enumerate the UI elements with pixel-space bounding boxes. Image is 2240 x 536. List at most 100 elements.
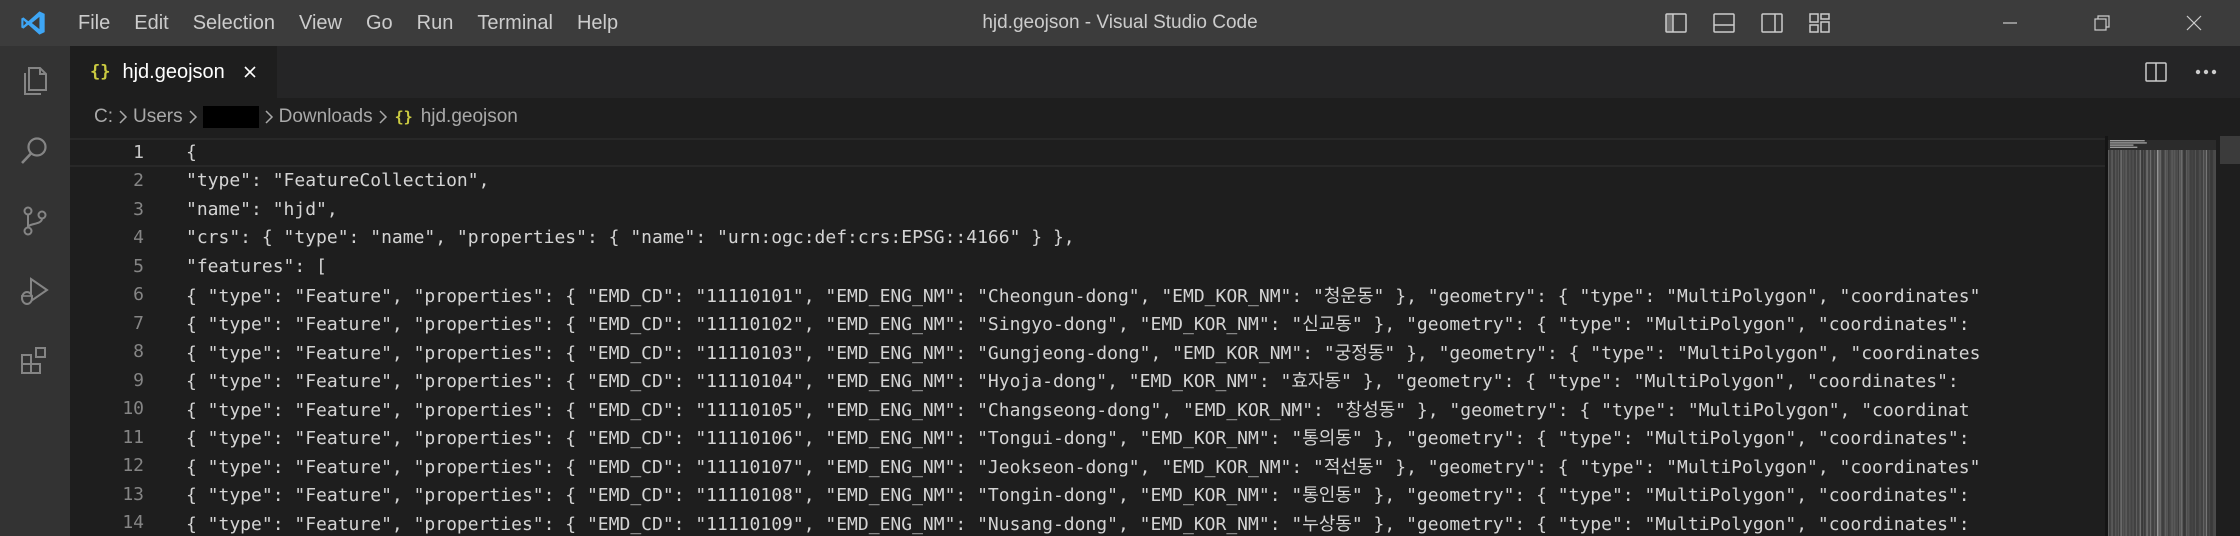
minimap-code-line xyxy=(2110,142,2147,144)
line-text: { "type": "Feature", "properties": { "EM… xyxy=(186,513,1970,535)
minimap-code-streak xyxy=(2200,150,2202,536)
code-line[interactable]: 4 "crs": { "type": "name", "properties": … xyxy=(70,224,2105,253)
minimap-code-streak xyxy=(2173,150,2175,536)
line-number: 13 xyxy=(122,483,144,505)
minimap-code-line xyxy=(2110,146,2138,148)
code-line[interactable]: 10 { "type": "Feature", "properties": { "… xyxy=(70,395,2105,424)
minimap-code-streak xyxy=(2211,150,2213,536)
minimap-code-streak xyxy=(2152,150,2154,536)
minimap-code-streak xyxy=(2157,150,2158,536)
chevron-right-icon xyxy=(373,107,393,127)
toggle-secondary-sidebar-icon[interactable] xyxy=(1752,0,1792,46)
minimap-code-streak xyxy=(2196,150,2198,536)
menu-go[interactable]: Go xyxy=(354,0,405,46)
code-line[interactable]: 13 { "type": "Feature", "properties": { "… xyxy=(70,480,2105,509)
line-number: 2 xyxy=(133,170,144,192)
customize-layout-icon[interactable] xyxy=(1800,0,1840,46)
more-actions-icon[interactable] xyxy=(2186,52,2226,92)
vertical-scrollbar-thumb[interactable] xyxy=(2220,136,2240,164)
minimap-code-streak xyxy=(2158,150,2160,536)
extensions-icon[interactable] xyxy=(0,326,70,396)
minimap-code-streak xyxy=(2201,150,2203,536)
chevron-right-icon xyxy=(259,107,279,127)
menu-file[interactable]: File xyxy=(66,0,122,46)
code-line[interactable]: 3 "name": "hjd", xyxy=(70,195,2105,224)
minimap-code-streak xyxy=(2162,150,2164,536)
minimap-code-streak xyxy=(2213,150,2214,536)
menu-terminal[interactable]: Terminal xyxy=(465,0,565,46)
menu-selection[interactable]: Selection xyxy=(181,0,287,46)
toggle-panel-icon[interactable] xyxy=(1704,0,1744,46)
code-line[interactable]: 8 { "type": "Feature", "properties": { "E… xyxy=(70,338,2105,367)
code-line[interactable]: 11 { "type": "Feature", "properties": { "… xyxy=(70,423,2105,452)
minimap-code-streak xyxy=(2154,150,2156,536)
menu-help[interactable]: Help xyxy=(565,0,630,46)
toggle-primary-sidebar-icon[interactable] xyxy=(1656,0,1696,46)
minimap-code-streak xyxy=(2136,150,2137,536)
code-line[interactable]: 12 { "type": "Feature", "properties": { "… xyxy=(70,452,2105,481)
vscode-logo-icon[interactable] xyxy=(0,0,66,46)
line-number: 7 xyxy=(133,312,144,334)
minimap-code-streak xyxy=(2141,150,2143,536)
code-line[interactable]: 2 "type": "FeatureCollection", xyxy=(70,167,2105,196)
tab-label: hjd.geojson xyxy=(122,60,225,83)
editor-group: {} hjd.geojson C: Users Downloads {} hjd… xyxy=(70,46,2240,536)
minimap-code-streak xyxy=(2133,150,2135,536)
chevron-right-icon xyxy=(183,107,203,127)
search-icon[interactable] xyxy=(0,116,70,186)
minimap-code-streak xyxy=(2138,150,2140,536)
line-text: { xyxy=(186,141,197,163)
minimize-icon[interactable] xyxy=(1964,0,2056,46)
source-control-icon[interactable] xyxy=(0,186,70,256)
minimap-code-streak xyxy=(2119,150,2121,536)
minimap-code-streak xyxy=(2180,150,2182,536)
minimap-code-streak xyxy=(2130,150,2132,536)
minimap-code-streak xyxy=(2176,150,2178,536)
split-editor-icon[interactable] xyxy=(2136,52,2176,92)
menu-run[interactable]: Run xyxy=(405,0,466,46)
minimap-code-streak xyxy=(2208,150,2210,536)
code-line[interactable]: 5 "features": [ xyxy=(70,252,2105,281)
minimap-code-streak xyxy=(2113,150,2115,536)
breadcrumb-downloads[interactable]: Downloads xyxy=(279,106,373,128)
tab-hjd-geojson[interactable]: {} hjd.geojson xyxy=(70,46,277,98)
close-icon[interactable] xyxy=(2148,0,2240,46)
minimap[interactable] xyxy=(2108,132,2216,536)
minimap-code-streak xyxy=(2115,150,2116,536)
explorer-icon[interactable] xyxy=(0,46,70,116)
menu-edit[interactable]: Edit xyxy=(122,0,180,46)
run-debug-icon[interactable] xyxy=(0,256,70,326)
minimap-code-streak xyxy=(2151,150,2153,536)
close-tab-icon[interactable] xyxy=(237,59,263,85)
breadcrumb-users[interactable]: Users xyxy=(133,106,183,128)
restore-icon[interactable] xyxy=(2056,0,2148,46)
code-line[interactable]: 6 { "type": "Feature", "properties": { "E… xyxy=(70,281,2105,310)
minimap-code-streak xyxy=(2189,150,2191,536)
minimap-code-streak xyxy=(2143,150,2144,536)
line-number: 5 xyxy=(133,255,144,277)
line-text: { "type": "Feature", "properties": { "EM… xyxy=(186,428,1970,450)
json-file-icon: {} xyxy=(90,62,111,82)
minimap-code-streak xyxy=(2123,150,2125,536)
line-number: 9 xyxy=(133,369,144,391)
menu-bar: File Edit Selection View Go Run Terminal… xyxy=(66,0,630,46)
code-line[interactable]: 7 { "type": "Feature", "properties": { "E… xyxy=(70,309,2105,338)
title-bar: File Edit Selection View Go Run Terminal… xyxy=(0,0,2240,46)
code-line[interactable]: 14 { "type": "Feature", "properties": { "… xyxy=(70,509,2105,536)
breadcrumb-drive[interactable]: C: xyxy=(94,106,113,128)
breadcrumb-file[interactable]: hjd.geojson xyxy=(421,106,518,128)
window-controls xyxy=(1964,0,2240,46)
code-line[interactable]: 1{ xyxy=(70,138,2105,167)
code-line[interactable]: 9 { "type": "Feature", "properties": { "E… xyxy=(70,366,2105,395)
minimap-code-streak xyxy=(2203,150,2205,536)
minimap-code-streak xyxy=(2122,150,2123,536)
json-file-icon: {} xyxy=(394,108,413,126)
minimap-code-streak xyxy=(2126,150,2128,536)
minimap-code-streak xyxy=(2194,150,2196,536)
line-number: 8 xyxy=(133,341,144,363)
minimap-code-streak xyxy=(2193,150,2195,536)
minimap-code-streak xyxy=(2197,150,2199,536)
line-text: { "type": "Feature", "properties": { "EM… xyxy=(186,314,1970,336)
menu-view[interactable]: View xyxy=(287,0,354,46)
code-editor[interactable]: 1{ 2 "type": "FeatureCollection", 3 "name"… xyxy=(70,136,2240,536)
